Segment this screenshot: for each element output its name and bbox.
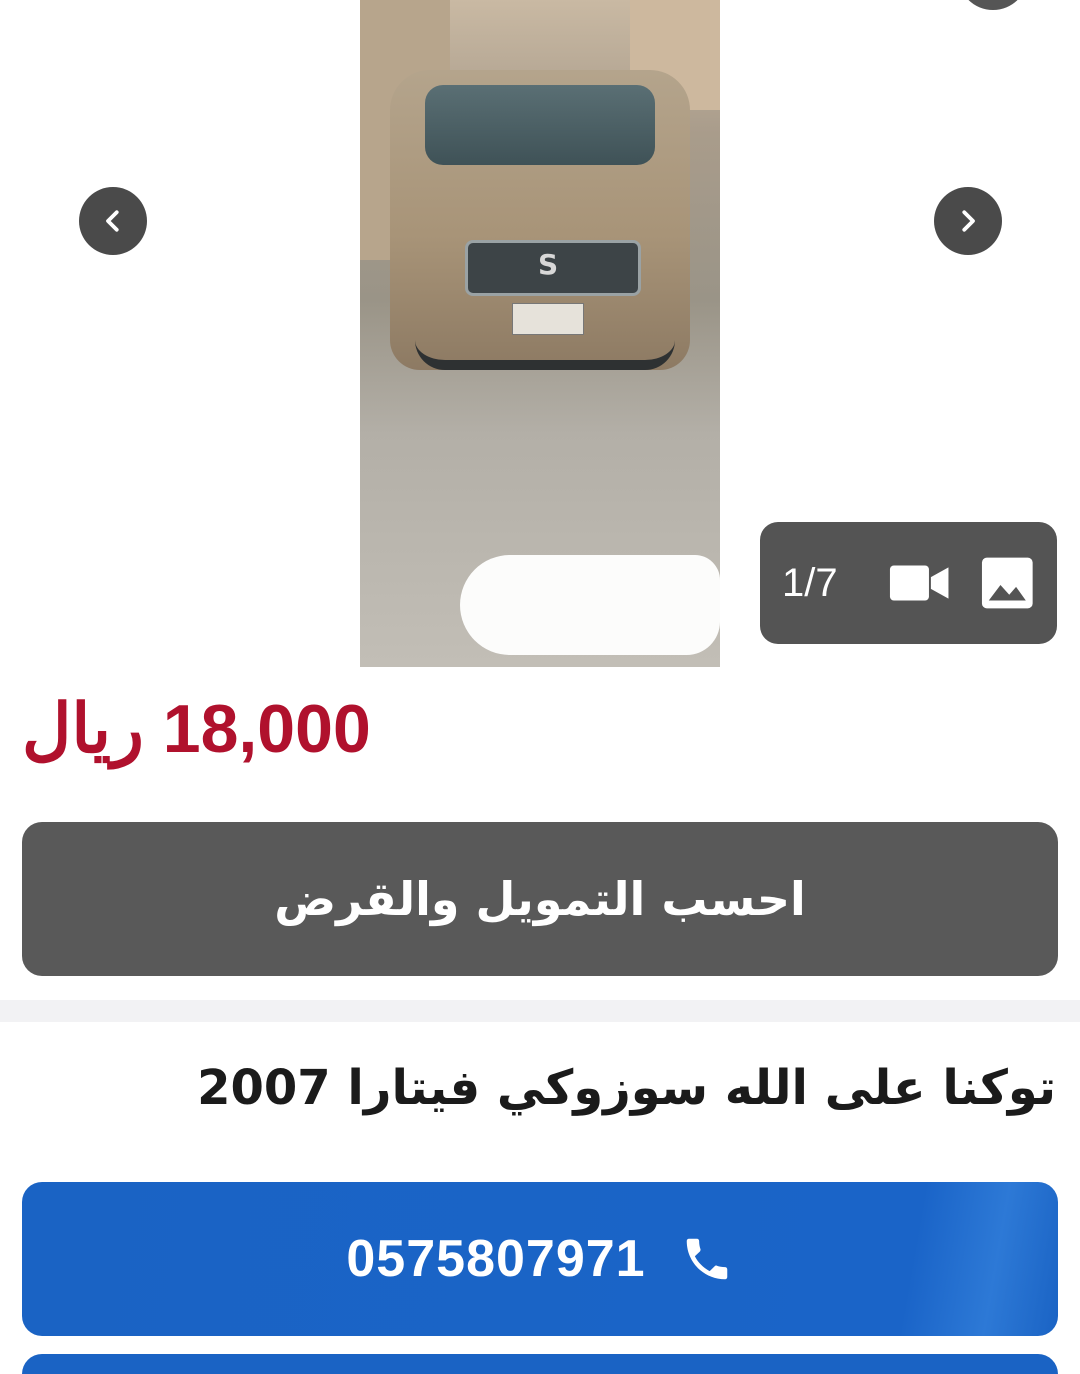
car-photo[interactable]: S — [360, 0, 720, 667]
chevron-left-icon — [106, 210, 119, 232]
photo-redaction-mark — [460, 555, 720, 655]
image-gallery[interactable]: S 1/7 — [0, 0, 1080, 670]
media-counter[interactable]: 1/7 — [760, 522, 1057, 644]
photo-car-windshield — [425, 85, 655, 165]
price-label: 18,000 ريال — [22, 691, 371, 767]
call-button[interactable]: 0575807971 — [22, 1182, 1058, 1336]
gallery-top-control[interactable] — [958, 0, 1028, 10]
video-camera-icon — [889, 565, 949, 601]
finance-calculator-button[interactable]: احسب التمويل والقرض — [22, 822, 1058, 976]
photo-car-plate — [512, 303, 584, 335]
gallery-next-button[interactable] — [934, 187, 1002, 255]
chevron-right-icon — [962, 210, 975, 232]
image-icon — [982, 557, 1034, 609]
phone-icon — [686, 1238, 727, 1280]
section-divider — [0, 1000, 1080, 1022]
phone-number: 0575807971 — [346, 1230, 646, 1288]
gallery-prev-button[interactable] — [79, 187, 147, 255]
media-counter-text: 1/7 — [782, 560, 838, 605]
listing-title: توكنا على الله سوزوكي فيتارا 2007 — [197, 1060, 1056, 1116]
next-action-button[interactable] — [22, 1354, 1058, 1374]
photo-car-logo: S — [538, 248, 559, 281]
